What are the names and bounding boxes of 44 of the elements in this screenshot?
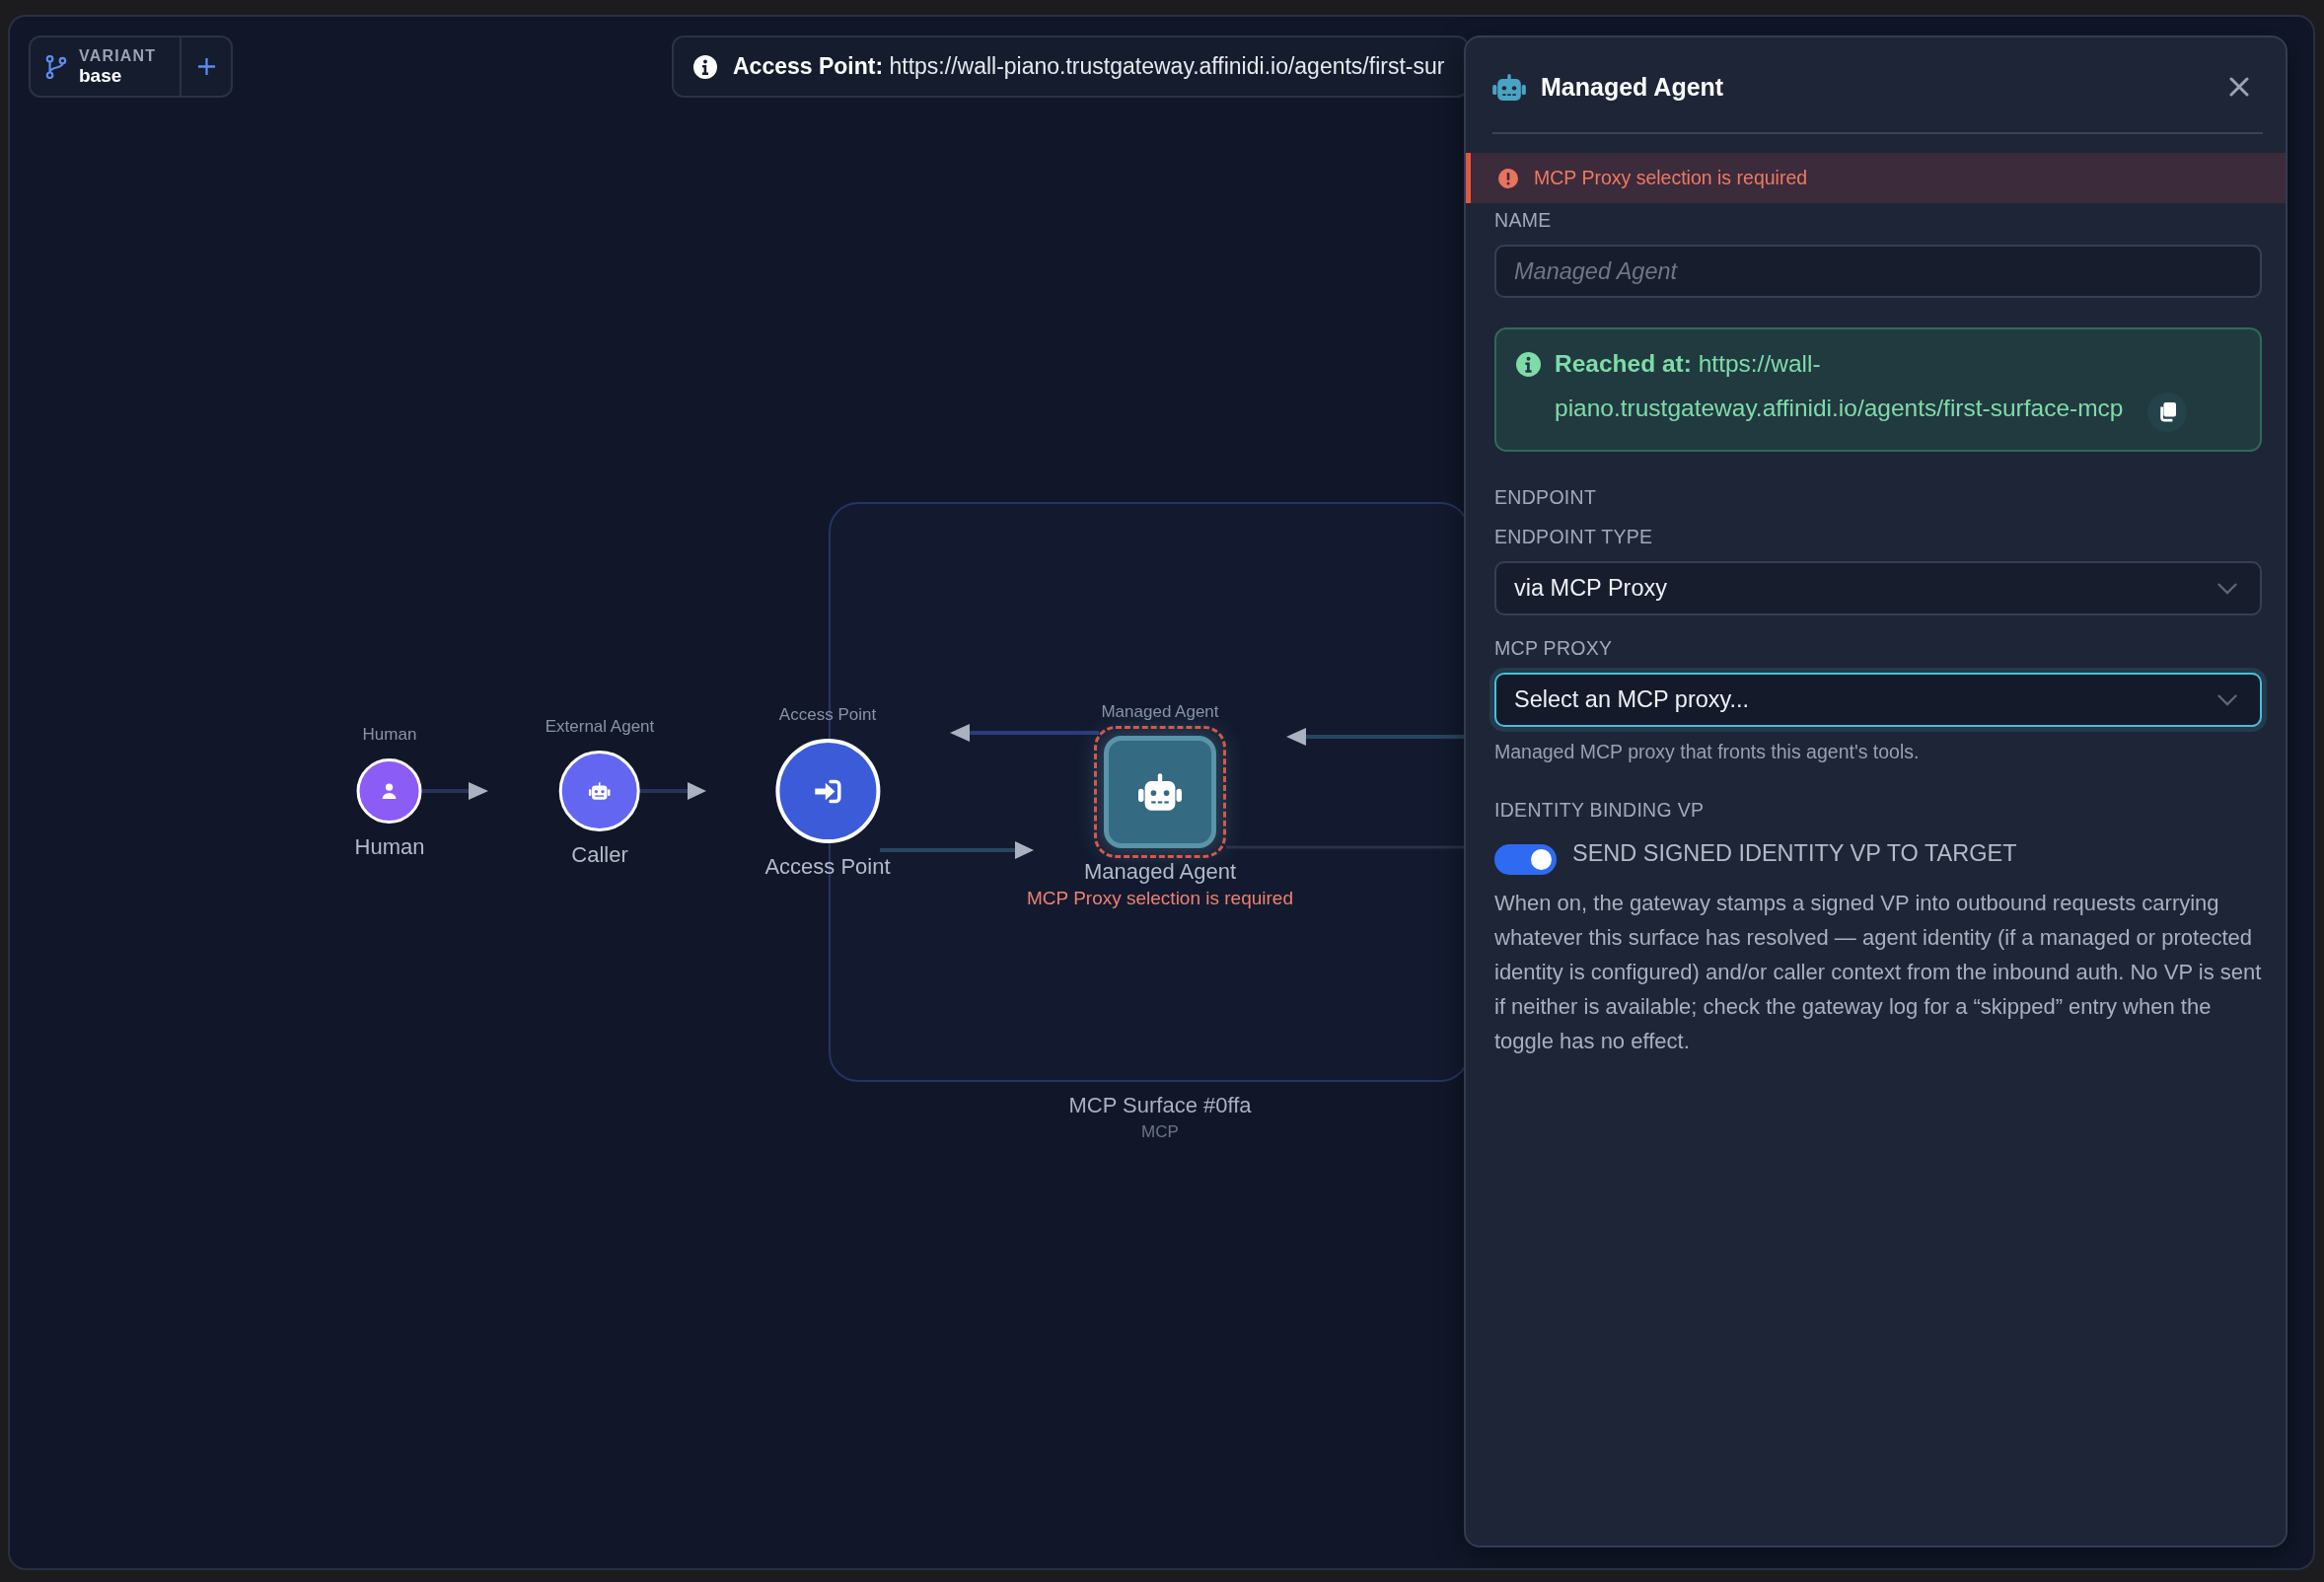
node-label: Human [354, 835, 425, 859]
field-label: IDENTITY BINDING VP [1494, 799, 1705, 821]
group-title: MCP Surface #0ffa [1068, 1092, 1252, 1119]
dropdown-select[interactable]: via MCP Proxy [1494, 561, 2262, 615]
node-type-label: Access Point [778, 706, 877, 724]
close-icon [2229, 77, 2249, 97]
sign-in-icon [814, 778, 841, 804]
node-error-text: MCP Proxy selection is required [1027, 888, 1293, 909]
access-point-text: Access Point: https://wall-piano.trustgateway.affinidi.io/agents/first-sur [733, 53, 1445, 80]
managed-agent-node[interactable] [1104, 736, 1216, 848]
robot-icon [1492, 73, 1526, 101]
node-type-label: Managed Agent [1101, 703, 1219, 721]
node-type-label: External Agent [545, 718, 655, 736]
help-text: Managed MCP proxy that fronts this agent's tools. [1494, 741, 1920, 762]
plus-icon [196, 57, 216, 76]
panel-title: Managed Agent [1541, 72, 1725, 103]
alert-text: MCP Proxy selection is required [1534, 167, 1808, 189]
node-label: Access Point [764, 855, 891, 879]
info-icon [693, 54, 717, 79]
variant-button[interactable]: VARIANT base [31, 37, 182, 96]
node-label: Caller [571, 843, 628, 867]
field-label: NAME [1494, 209, 1552, 231]
robot-icon [589, 782, 611, 800]
connector-arrow [640, 782, 706, 800]
person-icon [382, 783, 398, 799]
reached-at-text: Reached at: https://wall-piano.trustgateway.affinidi.io/agents/first-surface-mcp [1555, 350, 2124, 421]
connector-arrow [422, 782, 488, 800]
robot-icon [1138, 773, 1182, 811]
description-text: When on, the gateway stamps a signed VP into outbound requests carrying whatever this surface has resolved — agent identity (if a managed or protected identity is configured) and/or caller context from the inbound auth. No VP is sent if neither is available; check the gateway log for a “skipped” entry when the toggle has no effect. [1494, 890, 2262, 1055]
section-heading: ENDPOINT [1494, 486, 1597, 508]
field-label: MCP PROXY [1494, 637, 1613, 659]
chevron-down-icon [2216, 582, 2238, 595]
node-type-label: Human [362, 726, 417, 744]
chevron-down-icon [2216, 693, 2238, 706]
field-label: ENDPOINT TYPE [1494, 526, 1653, 547]
toggle-switch[interactable] [1494, 844, 1557, 875]
info-icon [1516, 352, 1541, 377]
copy-icon [2157, 401, 2176, 422]
alert-icon [1498, 168, 1518, 188]
branch-icon [45, 54, 67, 79]
group-subtitle: MCP [1141, 1121, 1179, 1143]
name-input[interactable]: Managed Agent [1494, 245, 2262, 298]
toggle-label: SEND SIGNED IDENTITY VP TO TARGET [1572, 840, 2017, 866]
node-label: Managed Agent [1083, 860, 1237, 884]
